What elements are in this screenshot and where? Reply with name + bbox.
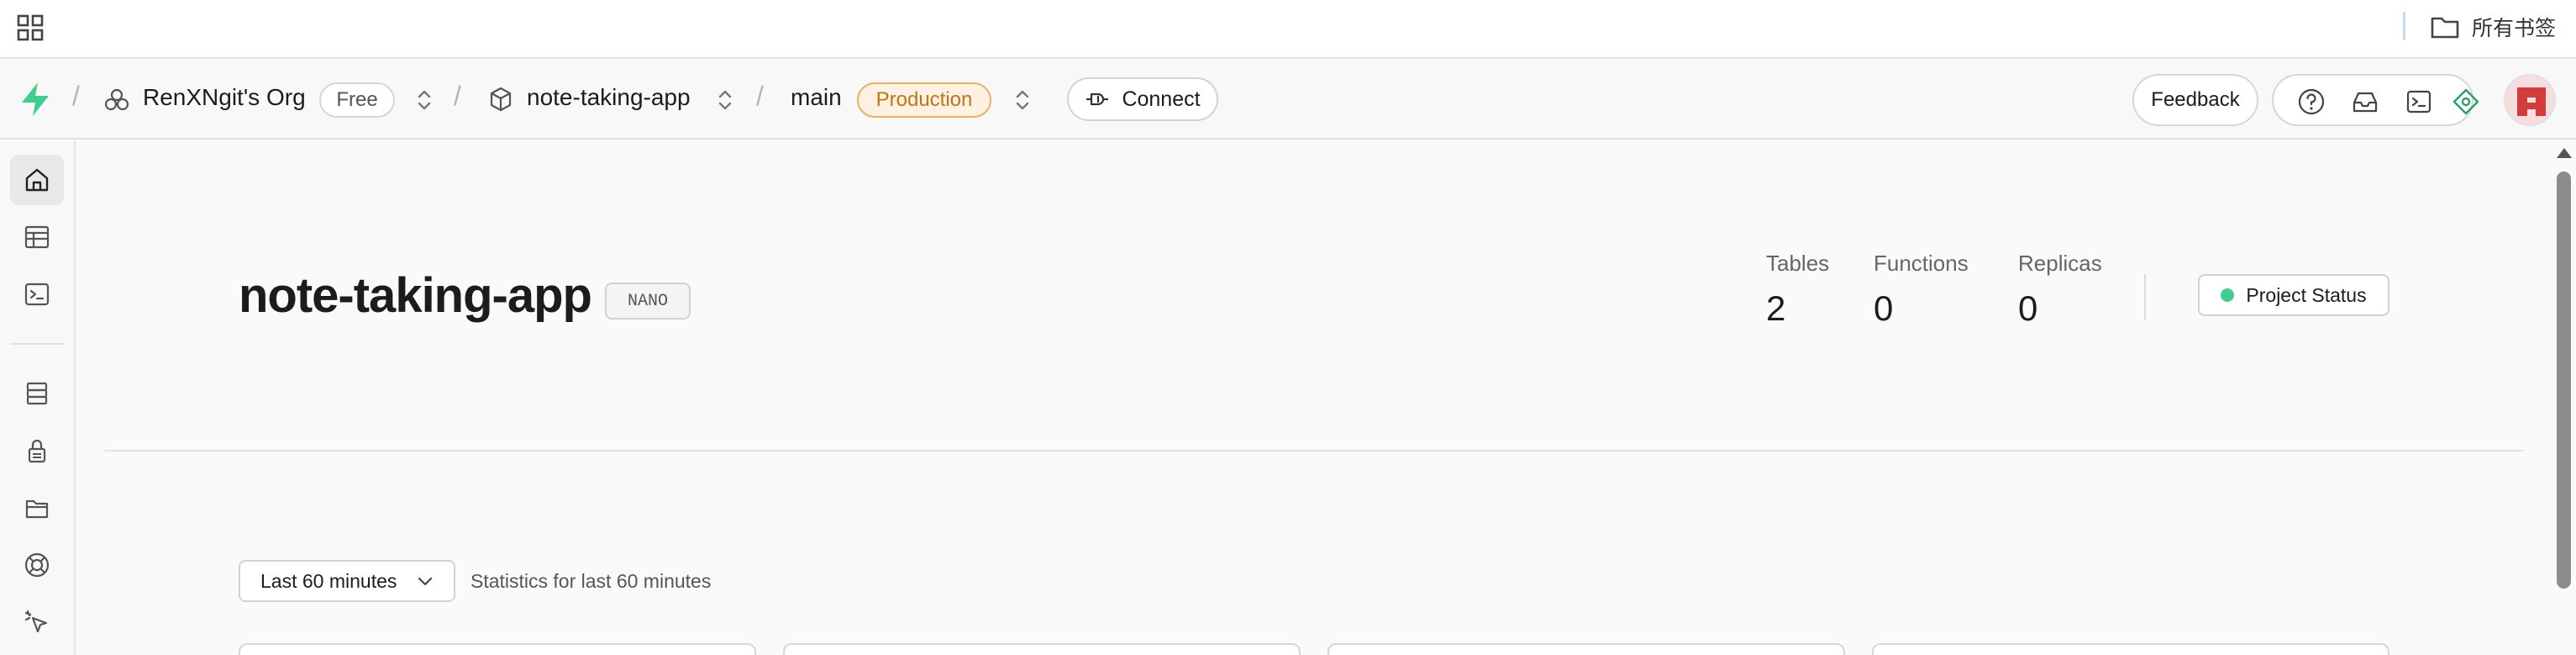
project-switcher-chevron-icon[interactable] [716, 86, 734, 114]
stat-tables[interactable]: Tables 2 [1766, 251, 1829, 329]
all-bookmarks-folder[interactable]: 所有书签 [2430, 10, 2556, 44]
supabase-logo-icon[interactable] [18, 81, 52, 118]
stat-label: Replicas [2018, 251, 2102, 276]
sidebar-divider [10, 343, 64, 345]
org-switcher-chevron-icon[interactable] [415, 86, 434, 114]
org-name[interactable]: RenXNgit's Org [143, 84, 306, 111]
page-scrollbar[interactable] [2552, 141, 2576, 655]
app-header: / RenXNgit's Org Free / note-taking-app … [0, 61, 2576, 140]
sidebar-item-sql-editor[interactable] [10, 269, 64, 320]
user-avatar[interactable] [2504, 74, 2556, 126]
stats-card [239, 643, 756, 655]
storage-icon [25, 499, 49, 519]
branch-switcher-chevron-icon[interactable] [1013, 86, 1032, 114]
stat-value: 0 [2018, 288, 2038, 328]
feedback-button[interactable]: Feedback [2132, 74, 2258, 126]
page-title: note-taking-app [239, 268, 592, 323]
bookmarks-separator [2403, 12, 2405, 40]
help-icon[interactable] [2297, 87, 2326, 116]
sidebar-nav [0, 141, 76, 655]
branch-env-badge: Production [857, 82, 991, 118]
scroll-up-arrow-icon[interactable] [2557, 148, 2572, 158]
sidebar-item-storage[interactable] [10, 483, 64, 533]
stats-card [1872, 643, 2389, 655]
sidebar-item-edge-functions[interactable] [10, 597, 64, 647]
project-status-label: Project Status [2246, 283, 2367, 306]
stats-card [783, 643, 1301, 655]
sidebar-item-authentication[interactable] [10, 425, 64, 476]
chevron-down-icon [418, 577, 433, 586]
home-icon [25, 168, 49, 192]
inbox-icon[interactable] [2351, 87, 2379, 116]
apps-grid-icon[interactable] [15, 13, 45, 43]
breadcrumb-separator: / [72, 81, 80, 111]
project-status-button[interactable]: Project Status [2198, 274, 2389, 316]
time-range-caption: Statistics for last 60 minutes [471, 570, 712, 592]
breadcrumb-separator: / [756, 81, 764, 111]
header-tools-group [2272, 74, 2479, 126]
sidebar-item-table-editor[interactable] [10, 212, 64, 262]
project-box-icon [490, 87, 512, 112]
org-plan-badge: Free [319, 82, 395, 118]
section-divider [104, 450, 2524, 452]
time-range-select[interactable]: Last 60 minutes [239, 560, 455, 602]
stat-functions[interactable]: Functions 0 [1874, 251, 1969, 329]
table-editor-icon [24, 225, 50, 249]
time-range-value: Last 60 minutes [260, 569, 397, 592]
terminal-icon[interactable] [2405, 87, 2433, 116]
stat-value: 0 [1874, 288, 1894, 328]
status-healthy-dot-icon [2221, 288, 2235, 302]
stats-divider [2144, 274, 2146, 320]
avatar-image-icon [2505, 76, 2554, 124]
branch-name[interactable]: main [791, 84, 842, 111]
stats-card [1327, 643, 1845, 655]
plug-icon [1086, 92, 1109, 106]
connect-button[interactable]: Connect [1067, 77, 1218, 121]
scrollbar-thumb[interactable] [2557, 172, 2571, 589]
stat-replicas[interactable]: Replicas 0 [2018, 251, 2102, 329]
stat-label: Tables [1766, 251, 1830, 276]
all-bookmarks-label: 所有书签 [2472, 16, 2557, 40]
auth-lock-icon [28, 439, 46, 463]
project-name[interactable]: note-taking-app [527, 84, 691, 111]
realtime-icon [24, 552, 50, 578]
sql-editor-icon [24, 283, 50, 306]
folder-icon [2431, 17, 2459, 39]
connect-label: Connect [1122, 87, 1201, 111]
breadcrumb-separator: / [454, 81, 461, 111]
organization-icon [104, 88, 129, 111]
assistant-diamond-icon[interactable] [2452, 87, 2480, 116]
browser-bookmarks-bar: 所有书签 [0, 0, 2576, 59]
database-icon [26, 382, 48, 405]
edge-functions-icon [24, 610, 48, 633]
stat-label: Functions [1874, 251, 1969, 276]
stat-value: 2 [1766, 288, 1786, 328]
sidebar-item-database[interactable] [10, 368, 64, 419]
sidebar-item-home[interactable] [10, 155, 64, 205]
compute-tier-badge: NANO [605, 283, 691, 320]
sidebar-item-realtime[interactable] [10, 540, 64, 590]
